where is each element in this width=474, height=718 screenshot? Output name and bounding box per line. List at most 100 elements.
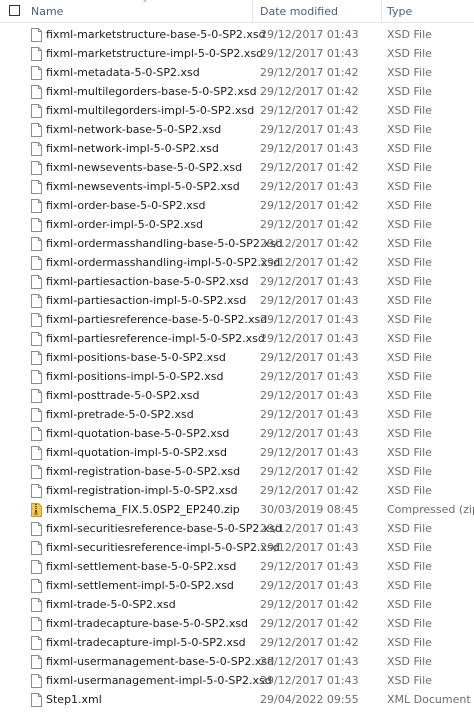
file-name[interactable]: fixml-registration-impl-5-0-SP2.xsd	[46, 481, 238, 500]
file-date-modified: 29/12/2017 01:43	[260, 123, 359, 136]
file-row[interactable]: fixml-newsevents-base-5-0-SP2.xsd 29/12/2…	[0, 158, 474, 177]
select-all-checkbox[interactable]	[9, 5, 20, 16]
file-name[interactable]: fixmlschema_FIX.5.0SP2_EP240.zip	[46, 500, 240, 519]
file-name[interactable]: fixml-network-base-5-0-SP2.xsd	[46, 120, 221, 139]
file-row[interactable]: fixmlschema_FIX.5.0SP2_EP240.zip 30/03/20…	[0, 500, 474, 519]
file-name[interactable]: fixml-usermanagement-impl-5-0-SP2.xsd	[46, 671, 272, 690]
file-row[interactable]: fixml-partiesreference-base-5-0-SP2.xsd 2…	[0, 310, 474, 329]
file-name[interactable]: fixml-partiesreference-base-5-0-SP2.xsd	[46, 310, 267, 329]
file-type: XSD File	[387, 180, 432, 193]
file-row[interactable]: fixml-marketstructure-base-5-0-SP2.xsd 29…	[0, 25, 474, 44]
file-name[interactable]: fixml-quotation-base-5-0-SP2.xsd	[46, 424, 229, 443]
file-date-modified: 29/12/2017 01:42	[260, 218, 359, 231]
file-row[interactable]: fixml-posttrade-5-0-SP2.xsd 29/12/2017 01…	[0, 386, 474, 405]
file-row[interactable]: fixml-partiesaction-impl-5-0-SP2.xsd 29/1…	[0, 291, 474, 310]
file-row[interactable]: fixml-quotation-impl-5-0-SP2.xsd 29/12/20…	[0, 443, 474, 462]
file-name[interactable]: fixml-marketstructure-impl-5-0-SP2.xsd	[46, 44, 263, 63]
column-divider[interactable]	[252, 0, 253, 22]
file-name[interactable]: fixml-tradecapture-impl-5-0-SP2.xsd	[46, 633, 246, 652]
file-row[interactable]: fixml-partiesreference-impl-5-0-SP2.xsd 2…	[0, 329, 474, 348]
file-row[interactable]: fixml-positions-base-5-0-SP2.xsd 29/12/20…	[0, 348, 474, 367]
file-name[interactable]: fixml-settlement-impl-5-0-SP2.xsd	[46, 576, 234, 595]
file-name[interactable]: fixml-newsevents-impl-5-0-SP2.xsd	[46, 177, 240, 196]
file-row[interactable]: fixml-trade-5-0-SP2.xsd 29/12/2017 01:42 X…	[0, 595, 474, 614]
file-type: Compressed (zipp...	[387, 503, 474, 516]
file-name[interactable]: fixml-newsevents-base-5-0-SP2.xsd	[46, 158, 242, 177]
file-name[interactable]: fixml-trade-5-0-SP2.xsd	[46, 595, 176, 614]
file-name[interactable]: fixml-partiesaction-impl-5-0-SP2.xsd	[46, 291, 246, 310]
file-name[interactable]: fixml-ordermasshandling-base-5-0-SP2.xsd	[46, 234, 283, 253]
file-name[interactable]: fixml-posttrade-5-0-SP2.xsd	[46, 386, 200, 405]
file-row[interactable]: fixml-tradecapture-impl-5-0-SP2.xsd 29/12…	[0, 633, 474, 652]
file-row[interactable]: fixml-network-impl-5-0-SP2.xsd 29/12/2017…	[0, 139, 474, 158]
file-icon	[31, 104, 42, 118]
file-name[interactable]: fixml-quotation-impl-5-0-SP2.xsd	[46, 443, 227, 462]
file-name[interactable]: fixml-ordermasshandling-impl-5-0-SP2.xsd	[46, 253, 280, 272]
file-row[interactable]: fixml-settlement-base-5-0-SP2.xsd 29/12/2…	[0, 557, 474, 576]
file-date-modified: 29/12/2017 01:42	[260, 598, 359, 611]
file-type: XSD File	[387, 522, 432, 535]
file-name[interactable]: fixml-pretrade-5-0-SP2.xsd	[46, 405, 194, 424]
file-name[interactable]: fixml-network-impl-5-0-SP2.xsd	[46, 139, 219, 158]
file-icon	[31, 674, 42, 688]
file-row[interactable]: fixml-pretrade-5-0-SP2.xsd 29/12/2017 01:…	[0, 405, 474, 424]
name-column-header[interactable]: Name	[31, 0, 63, 22]
file-list: fixml-marketstructure-base-5-0-SP2.xsd 29…	[0, 22, 474, 718]
file-icon	[31, 28, 42, 42]
file-name[interactable]: fixml-settlement-base-5-0-SP2.xsd	[46, 557, 236, 576]
file-date-modified: 29/12/2017 01:43	[260, 446, 359, 459]
file-row[interactable]: fixml-settlement-impl-5-0-SP2.xsd 29/12/2…	[0, 576, 474, 595]
file-type: XSD File	[387, 294, 432, 307]
file-row[interactable]: fixml-multilegorders-base-5-0-SP2.xsd 29/…	[0, 82, 474, 101]
file-row[interactable]: fixml-order-impl-5-0-SP2.xsd 29/12/2017 0…	[0, 215, 474, 234]
file-row[interactable]: fixml-metadata-5-0-SP2.xsd 29/12/2017 01:…	[0, 63, 474, 82]
file-name[interactable]: fixml-positions-base-5-0-SP2.xsd	[46, 348, 226, 367]
file-row[interactable]: fixml-registration-base-5-0-SP2.xsd 29/12…	[0, 462, 474, 481]
file-name[interactable]: fixml-securitiesreference-base-5-0-SP2.x…	[46, 519, 282, 538]
file-icon	[31, 636, 42, 650]
file-date-modified: 29/12/2017 01:43	[260, 408, 359, 421]
file-row[interactable]: fixml-newsevents-impl-5-0-SP2.xsd 29/12/2…	[0, 177, 474, 196]
file-row[interactable]: fixml-network-base-5-0-SP2.xsd 29/12/2017…	[0, 120, 474, 139]
type-column-header[interactable]: Type	[387, 0, 412, 22]
column-divider[interactable]	[381, 0, 382, 22]
file-type: XSD File	[387, 85, 432, 98]
file-row[interactable]: Step1.xml 29/04/2022 09:55 XML Document	[0, 690, 474, 709]
file-name[interactable]: fixml-partiesaction-base-5-0-SP2.xsd	[46, 272, 249, 291]
file-name[interactable]: fixml-order-base-5-0-SP2.xsd	[46, 196, 205, 215]
date-modified-column-header[interactable]: Date modified	[260, 0, 338, 22]
file-row[interactable]: fixml-ordermasshandling-base-5-0-SP2.xsd…	[0, 234, 474, 253]
file-row[interactable]: fixml-securitiesreference-impl-5-0-SP2.x…	[0, 538, 474, 557]
file-row[interactable]: fixml-usermanagement-base-5-0-SP2.xsd 29/…	[0, 652, 474, 671]
file-name[interactable]: fixml-metadata-5-0-SP2.xsd	[46, 63, 200, 82]
file-row[interactable]: fixml-positions-impl-5-0-SP2.xsd 29/12/20…	[0, 367, 474, 386]
file-name[interactable]: fixml-usermanagement-base-5-0-SP2.xsd	[46, 652, 274, 671]
file-date-modified: 29/12/2017 01:43	[260, 47, 359, 60]
file-row[interactable]: fixml-usermanagement-impl-5-0-SP2.xsd 29/…	[0, 671, 474, 690]
file-row[interactable]: fixml-partiesaction-base-5-0-SP2.xsd 29/1…	[0, 272, 474, 291]
file-type: XSD File	[387, 541, 432, 554]
file-name[interactable]: fixml-registration-base-5-0-SP2.xsd	[46, 462, 240, 481]
file-row[interactable]: fixml-tradecapture-base-5-0-SP2.xsd 29/12…	[0, 614, 474, 633]
file-name[interactable]: fixml-multilegorders-base-5-0-SP2.xsd	[46, 82, 257, 101]
file-name[interactable]: fixml-order-impl-5-0-SP2.xsd	[46, 215, 203, 234]
file-name[interactable]: fixml-tradecapture-base-5-0-SP2.xsd	[46, 614, 248, 633]
file-name[interactable]: fixml-securitiesreference-impl-5-0-SP2.x…	[46, 538, 280, 557]
file-date-modified: 29/12/2017 01:43	[260, 294, 359, 307]
file-row[interactable]: fixml-securitiesreference-base-5-0-SP2.x…	[0, 519, 474, 538]
file-type: XSD File	[387, 598, 432, 611]
file-icon	[31, 408, 42, 422]
file-row[interactable]: fixml-order-base-5-0-SP2.xsd 29/12/2017 0…	[0, 196, 474, 215]
file-name[interactable]: fixml-multilegorders-impl-5-0-SP2.xsd	[46, 101, 254, 120]
file-row[interactable]: fixml-ordermasshandling-impl-5-0-SP2.xsd…	[0, 253, 474, 272]
file-row[interactable]: fixml-marketstructure-impl-5-0-SP2.xsd 29…	[0, 44, 474, 63]
file-row[interactable]: fixml-multilegorders-impl-5-0-SP2.xsd 29/…	[0, 101, 474, 120]
file-date-modified: 29/12/2017 01:42	[260, 256, 359, 269]
file-type: XSD File	[387, 161, 432, 174]
file-name[interactable]: Step1.xml	[46, 690, 102, 709]
file-name[interactable]: fixml-marketstructure-base-5-0-SP2.xsd	[46, 25, 266, 44]
file-row[interactable]: fixml-registration-impl-5-0-SP2.xsd 29/12…	[0, 481, 474, 500]
file-row[interactable]: fixml-quotation-base-5-0-SP2.xsd 29/12/20…	[0, 424, 474, 443]
file-name[interactable]: fixml-positions-impl-5-0-SP2.xsd	[46, 367, 224, 386]
file-name[interactable]: fixml-partiesreference-impl-5-0-SP2.xsd	[46, 329, 265, 348]
